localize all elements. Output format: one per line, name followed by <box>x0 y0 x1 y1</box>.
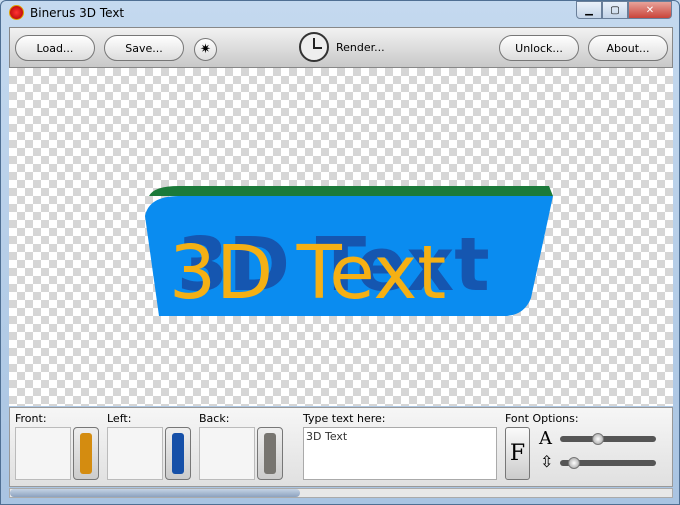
about-button[interactable]: About... <box>588 35 668 61</box>
clock-icon[interactable] <box>299 32 329 62</box>
left-texture[interactable] <box>107 427 163 480</box>
text-front: 3D Text <box>169 230 446 316</box>
back-label: Back: <box>199 412 230 425</box>
save-button[interactable]: Save... <box>104 35 184 61</box>
title-bar: Binerus 3D Text <box>9 5 124 20</box>
spacing-slider[interactable] <box>560 457 656 469</box>
preview-canvas: 3D Text 3D Text <box>9 68 673 406</box>
plate-top <box>149 186 553 196</box>
left-color-button[interactable] <box>165 427 191 480</box>
render-button[interactable]: Render... <box>336 41 385 54</box>
app-icon <box>9 5 24 20</box>
size-icon: A <box>539 428 552 449</box>
back-color-button[interactable] <box>257 427 283 480</box>
back-texture[interactable] <box>199 427 255 480</box>
front-texture[interactable] <box>15 427 71 480</box>
toolbar: Load... Save... ✷ Render... Unlock... Ab… <box>9 27 673 68</box>
size-slider-knob[interactable] <box>592 433 604 445</box>
text-input[interactable]: 3D Text <box>303 427 497 480</box>
size-slider[interactable] <box>560 433 656 445</box>
options-panel: Front: Left: Back: Type text here: 3D Te… <box>9 407 673 487</box>
3d-text-preview: 3D Text 3D Text <box>145 186 553 316</box>
font-button[interactable]: F <box>505 427 530 480</box>
spacing-icon: ⇳ <box>540 452 554 471</box>
star-icon[interactable]: ✷ <box>194 38 217 61</box>
font-options-label: Font Options: <box>505 412 579 425</box>
type-text-label: Type text here: <box>303 412 386 425</box>
window-title: Binerus 3D Text <box>30 5 125 20</box>
minimize-button[interactable]: ▁ <box>576 1 602 19</box>
unlock-button[interactable]: Unlock... <box>499 35 579 61</box>
left-label: Left: <box>107 412 132 425</box>
scrollbar-thumb[interactable] <box>10 489 300 497</box>
load-button[interactable]: Load... <box>15 35 95 61</box>
front-label: Front: <box>15 412 47 425</box>
maximize-button[interactable]: ▢ <box>602 1 628 19</box>
spacing-slider-knob[interactable] <box>568 457 580 469</box>
front-color-button[interactable] <box>73 427 99 480</box>
horizontal-scrollbar[interactable] <box>9 488 673 498</box>
close-button[interactable]: ✕ <box>628 1 672 19</box>
app-window: Binerus 3D Text ▁ ▢ ✕ Load... Save... ✷ Re… <box>0 0 680 505</box>
